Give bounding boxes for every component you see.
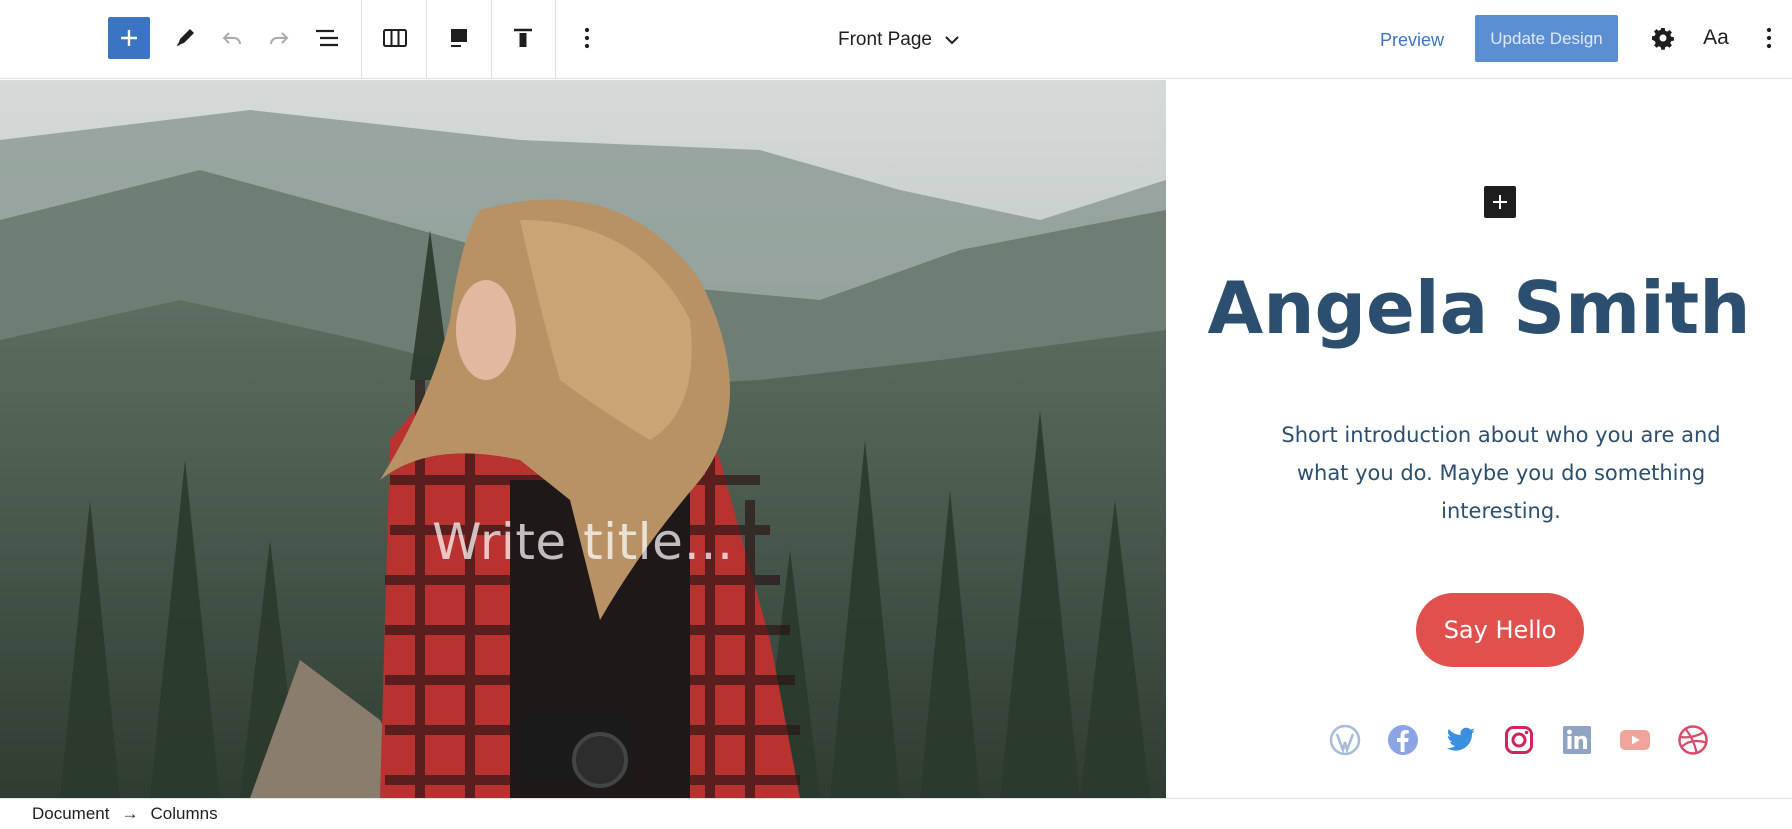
- dribbble-link[interactable]: [1674, 721, 1712, 759]
- undo-icon: [222, 32, 241, 45]
- align-top-icon: [514, 28, 532, 47]
- settings-button[interactable]: [1644, 19, 1682, 57]
- youtube-link[interactable]: [1616, 721, 1654, 759]
- editor-toolbar: Front Page Preview Update Design Aa: [0, 0, 1792, 79]
- profile-intro-text[interactable]: Short introduction about who you are and…: [1254, 416, 1748, 530]
- twitter-link[interactable]: [1442, 721, 1480, 759]
- wordpress-icon: [1329, 724, 1361, 756]
- vertical-align-button[interactable]: [504, 19, 542, 57]
- profile-name-heading[interactable]: Angela Smith: [1145, 266, 1792, 350]
- update-design-button[interactable]: Update Design: [1475, 15, 1618, 62]
- columns-block-button[interactable]: [376, 19, 414, 57]
- columns-icon: [383, 29, 407, 47]
- cover-title-placeholder[interactable]: Write title…: [0, 513, 1166, 571]
- toolbar-divider: [555, 0, 556, 79]
- document-title-dropdown[interactable]: Front Page: [838, 24, 960, 56]
- breadcrumb-document[interactable]: Document: [32, 804, 109, 824]
- linkedin-icon: [1563, 726, 1591, 754]
- list-view-button[interactable]: [308, 19, 346, 57]
- toolbar-divider: [426, 0, 427, 79]
- breadcrumb-columns[interactable]: Columns: [150, 804, 217, 824]
- tools-button[interactable]: [166, 19, 204, 57]
- block-options-button[interactable]: [568, 19, 606, 57]
- toolbar-divider: [361, 0, 362, 79]
- block-inserter-button[interactable]: [1484, 186, 1516, 218]
- say-hello-button[interactable]: Say Hello: [1416, 593, 1584, 667]
- youtube-icon: [1620, 730, 1650, 750]
- chevron-down-icon: [945, 36, 959, 45]
- media-position-button[interactable]: [440, 19, 478, 57]
- preview-button[interactable]: Preview: [1380, 26, 1444, 54]
- facebook-link[interactable]: [1384, 721, 1422, 759]
- dribbble-icon: [1678, 725, 1708, 755]
- cover-photo: [0, 80, 1166, 798]
- block-breadcrumb: Document → Columns: [0, 798, 1792, 829]
- instagram-icon: [1505, 726, 1533, 754]
- redo-button[interactable]: [260, 19, 298, 57]
- plus-icon: [121, 30, 137, 46]
- profile-column: Angela Smith Short introduction about wh…: [1166, 80, 1792, 798]
- vertical-ellipsis-icon: [1766, 27, 1772, 49]
- instagram-link[interactable]: [1500, 721, 1538, 759]
- add-block-button[interactable]: [108, 17, 150, 59]
- undo-button[interactable]: [213, 19, 251, 57]
- document-title: Front Page: [838, 29, 932, 50]
- options-button[interactable]: [1750, 19, 1788, 57]
- styles-button[interactable]: Aa: [1697, 19, 1735, 57]
- vertical-ellipsis-icon: [584, 27, 590, 49]
- media-left-icon: [451, 29, 467, 47]
- plus-icon: [1493, 195, 1507, 209]
- breadcrumb-separator: →: [121, 804, 139, 823]
- toolbar-divider: [491, 0, 492, 79]
- list-view-icon: [316, 29, 338, 47]
- twitter-icon: [1446, 727, 1475, 751]
- wordpress-link[interactable]: [1326, 721, 1364, 759]
- social-links: [1326, 721, 1712, 759]
- gear-icon: [1652, 28, 1674, 50]
- redo-icon: [270, 32, 289, 45]
- cover-block[interactable]: Write title…: [0, 80, 1166, 798]
- pencil-icon: [177, 29, 194, 46]
- editor-canvas: Write title… Angela Smith Short introduc…: [0, 80, 1792, 798]
- linkedin-link[interactable]: [1558, 721, 1596, 759]
- facebook-icon: [1388, 725, 1418, 755]
